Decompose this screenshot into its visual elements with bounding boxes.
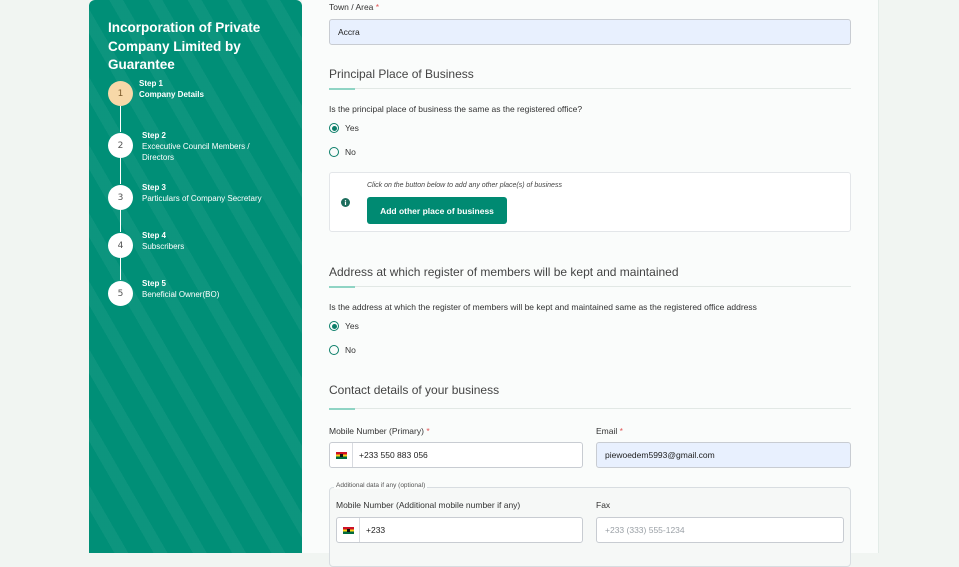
radio-indicator [329,123,339,133]
step-number: 1 [108,81,133,106]
principal-no-radio[interactable]: No [329,147,356,157]
step-connector [120,258,121,280]
form-panel: Town / Area * Accra Principal Place of B… [302,0,879,567]
add-other-place-button[interactable]: Add other place of business [367,197,507,224]
fax-label: Fax [596,500,611,510]
info-icon: i [341,198,350,207]
section-divider [329,88,851,90]
register-no-radio[interactable]: No [329,345,356,355]
step-sidebar: Incorporation of Private Company Limited… [89,0,302,553]
contact-section-title: Contact details of your business [329,383,500,397]
radio-label: Yes [345,321,359,331]
radio-indicator [329,147,339,157]
step-connector [120,106,121,132]
step-number: 2 [108,133,133,158]
register-section-title: Address at which register of members wil… [329,265,679,279]
radio-label: Yes [345,123,359,133]
step-label: Company Details [139,90,204,99]
step-title: Step 2 [142,131,167,140]
step-number: 5 [108,281,133,306]
radio-label: No [345,147,356,157]
step-label: Subscribers [142,242,185,251]
additional-data-legend: Additional data if any (optional) [334,482,428,489]
required-marker: * [426,426,430,436]
additional-mobile-label: Mobile Number (Additional mobile number … [336,500,521,510]
additional-mobile-value: +233 [366,525,386,535]
principal-yes-radio[interactable]: Yes [329,123,359,133]
other-place-box: i Click on the button below to add any o… [329,172,851,232]
town-label: Town / Area * [329,2,380,12]
other-place-hint: Click on the button below to add any oth… [367,182,562,189]
country-selector[interactable] [330,443,353,467]
section-divider [329,408,851,410]
step-number: 3 [108,185,133,210]
email-input[interactable]: piewoedem5993@gmail.com [596,442,851,468]
radio-indicator [329,345,339,355]
country-selector[interactable] [337,518,360,542]
register-yes-radio[interactable]: Yes [329,321,359,331]
town-input[interactable]: Accra [329,19,851,45]
step-label: Excecutive Council Members / Directors [142,142,250,162]
step-label: Beneficial Owner(BO) [142,290,220,299]
radio-indicator [329,321,339,331]
principal-section-title: Principal Place of Business [329,67,474,81]
step-title: Step 5 [142,279,167,288]
mobile-primary-input[interactable]: +233 550 883 056 [329,442,583,468]
ghana-flag-icon [335,451,347,459]
register-question: Is the address at which the register of … [329,302,757,312]
step-number: 4 [108,233,133,258]
section-divider [329,286,851,288]
additional-mobile-input[interactable]: +233 [336,517,583,543]
email-label: Email * [596,426,623,436]
sidebar-title: Incorporation of Private Company Limited… [108,20,261,72]
principal-question: Is the principal place of business the s… [329,104,583,114]
step-connector [120,158,121,184]
required-marker: * [375,2,380,12]
step-title: Step 4 [142,231,167,240]
step-title: Step 1 [139,79,164,88]
mobile-primary-label: Mobile Number (Primary) * [329,426,430,436]
mobile-primary-value: +233 550 883 056 [359,450,428,460]
step-connector [120,210,121,232]
ghana-flag-icon [342,526,354,534]
step-label: Particulars of Company Secretary [142,194,262,203]
fax-input[interactable]: +233 (333) 555-1234 [596,517,844,543]
required-marker: * [619,426,623,436]
radio-label: No [345,345,356,355]
step-title: Step 3 [142,183,167,192]
